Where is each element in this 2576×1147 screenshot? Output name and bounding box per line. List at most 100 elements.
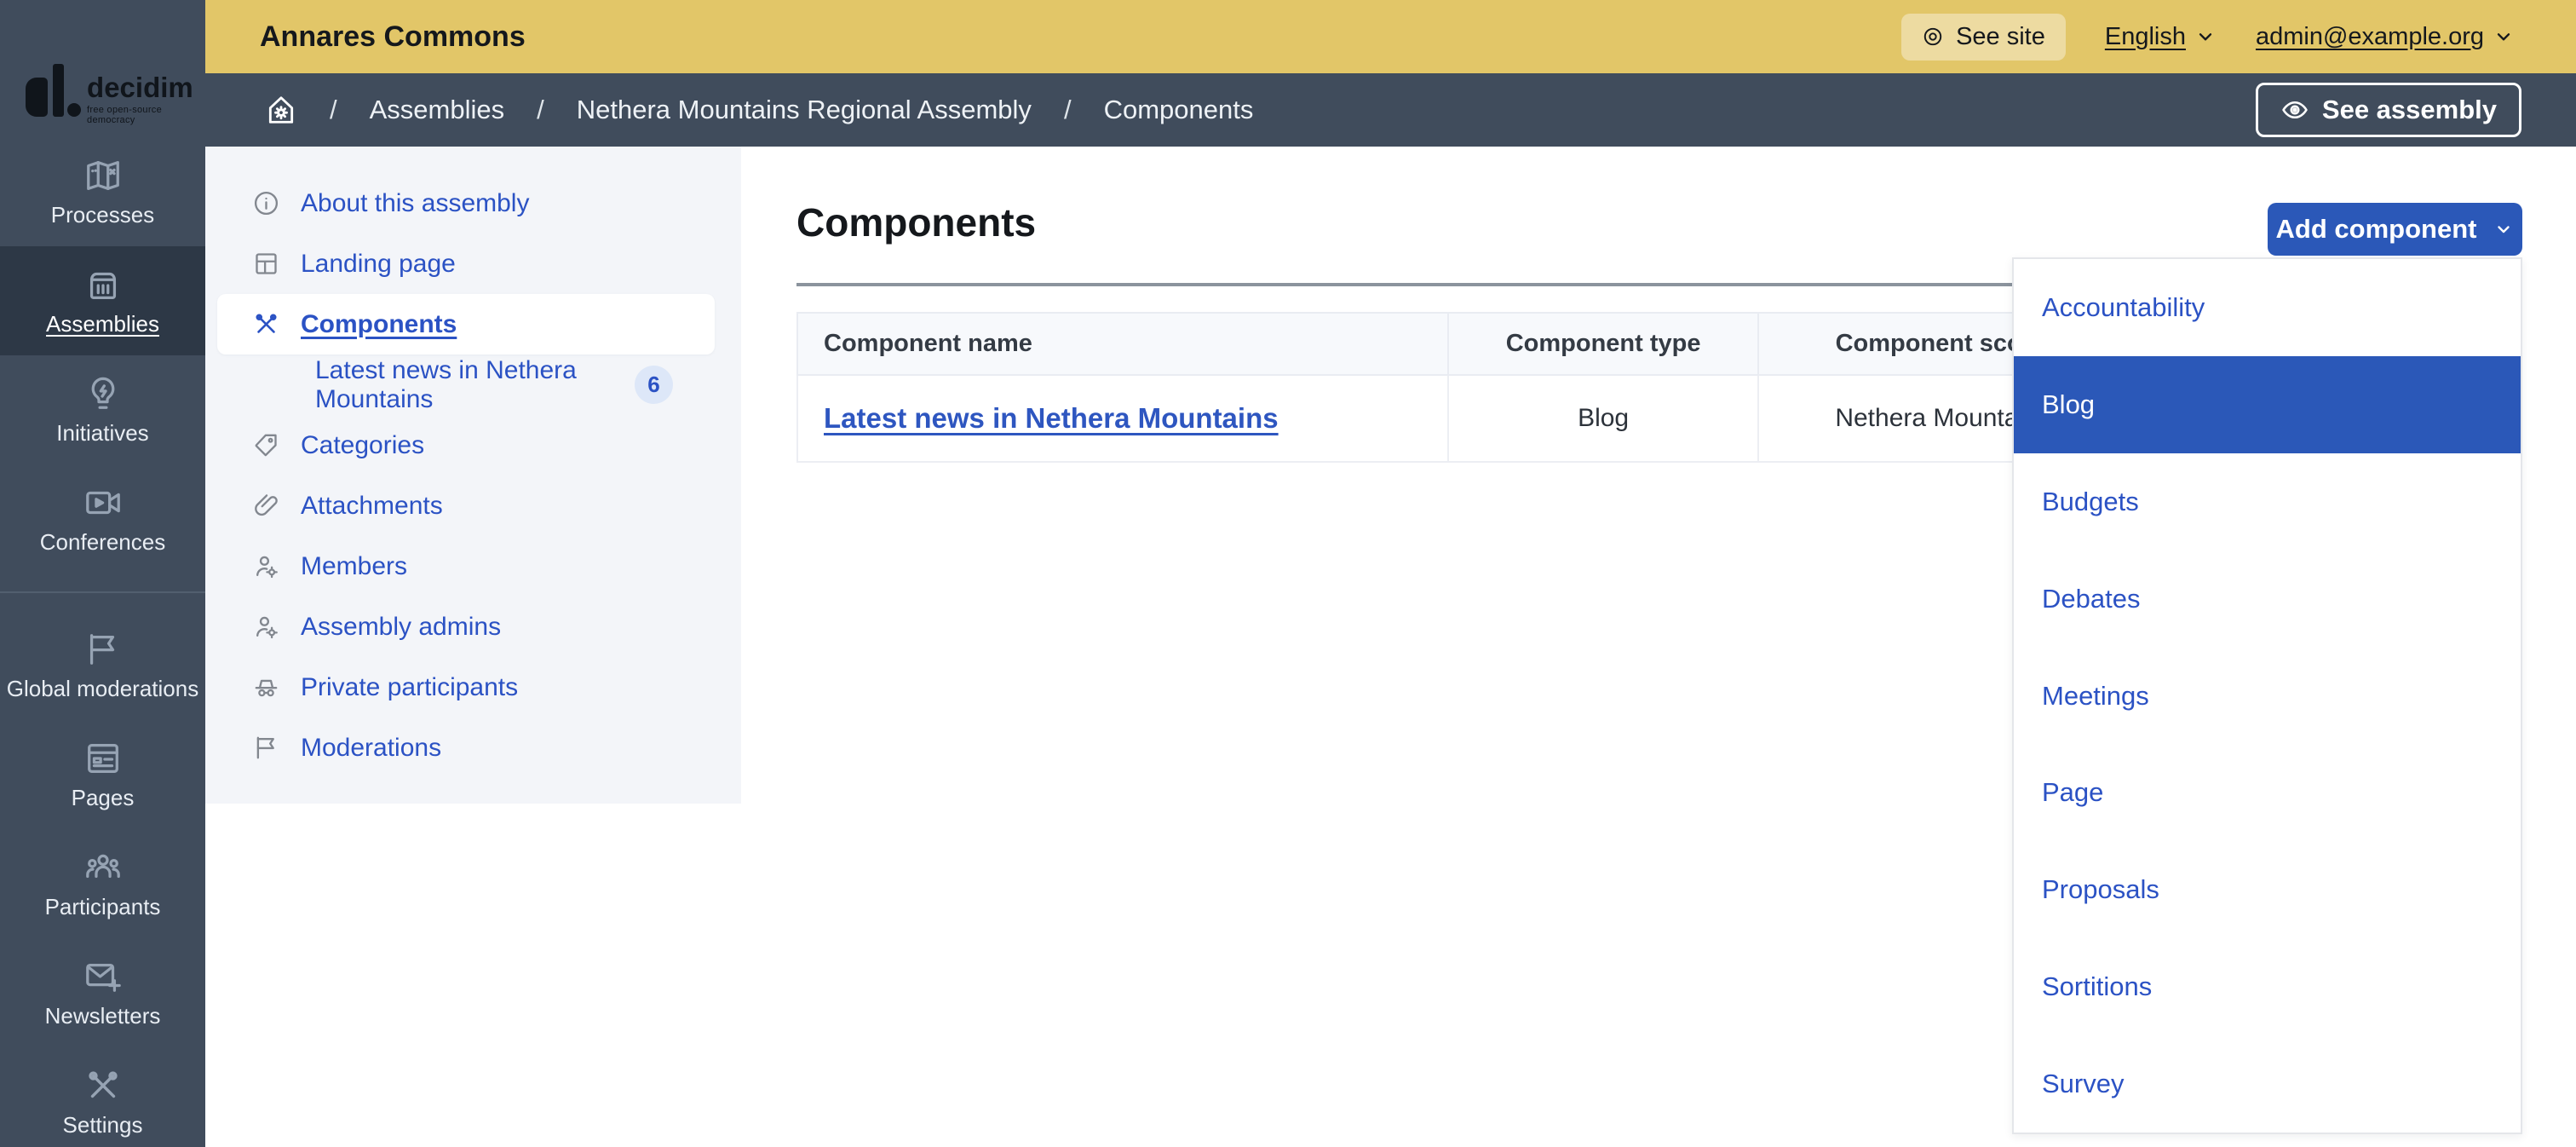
- decidim-logo-icon: [26, 69, 78, 125]
- dropdown-item-budgets[interactable]: Budgets: [2014, 453, 2521, 550]
- lightbulb-icon: [83, 374, 123, 413]
- dropdown-item-proposals[interactable]: Proposals: [2014, 841, 2521, 938]
- article-icon: [83, 739, 123, 778]
- column-header-component-type: Component type: [1448, 313, 1758, 375]
- language-label: English: [2105, 23, 2186, 51]
- breadcrumb-components[interactable]: Components: [1104, 95, 1254, 125]
- dropdown-item-accountability[interactable]: Accountability: [2014, 259, 2521, 356]
- language-menu[interactable]: English: [2105, 23, 2217, 51]
- subnav-item-label: Assembly admins: [301, 613, 501, 642]
- home-icon[interactable]: [265, 94, 297, 126]
- see-assembly-label: See assembly: [2322, 95, 2497, 125]
- breadcrumb-assembly-name[interactable]: Nethera Mountains Regional Assembly: [577, 95, 1032, 125]
- site-name: Annares Commons: [260, 20, 526, 54]
- flag-icon: [252, 734, 280, 762]
- see-site-label: See site: [1956, 23, 2045, 51]
- tag-icon: [252, 431, 280, 459]
- logo-tagline: free open-source democracy: [87, 105, 205, 125]
- incognito-icon: [252, 673, 280, 701]
- add-component-button[interactable]: Add component: [2268, 203, 2522, 256]
- sidebar-item-conferences[interactable]: Conferences: [0, 464, 205, 574]
- sidebar-item-label: Newsletters: [45, 1004, 161, 1029]
- subnav-item-label: Members: [301, 552, 407, 581]
- subnav-item-moderations[interactable]: Moderations: [205, 718, 715, 778]
- user-gear-icon: [252, 613, 280, 641]
- subnav-item-label: Private participants: [301, 673, 518, 702]
- subnav-item-assembly-admins[interactable]: Assembly admins: [205, 597, 715, 657]
- user-gear-icon: [252, 552, 280, 580]
- subnav-item-label: Moderations: [301, 734, 441, 763]
- subnav-item-label: Categories: [301, 431, 424, 460]
- chevron-down-icon: [2194, 26, 2217, 48]
- subnav-item-private-participants[interactable]: Private participants: [205, 657, 715, 718]
- dropdown-item-page[interactable]: Page: [2014, 744, 2521, 841]
- sidebar-item-global-moderations[interactable]: Global moderations: [0, 611, 205, 720]
- dropdown-item-meetings[interactable]: Meetings: [2014, 648, 2521, 745]
- sidebar-item-label: Participants: [45, 895, 161, 919]
- subnav-item-components[interactable]: Components: [217, 294, 715, 354]
- page-title: Components: [796, 147, 2522, 245]
- flag-icon: [83, 630, 123, 669]
- subnav-item-latest-news[interactable]: Latest news in Nethera Mountains 6: [205, 354, 715, 415]
- sidebar-item-label: Pages: [72, 786, 135, 810]
- decidim-logo: decidim free open-source democracy: [0, 0, 205, 137]
- component-type-cell: Blog: [1448, 375, 1758, 462]
- layout-icon: [252, 250, 280, 278]
- topbar: Annares Commons See site English admin@e…: [205, 0, 2576, 73]
- people-icon: [83, 848, 123, 887]
- tools-icon: [252, 310, 280, 338]
- sidebar-item-processes[interactable]: Processes: [0, 137, 205, 246]
- sidebar-item-label: Assemblies: [46, 312, 159, 337]
- bank-icon: [83, 265, 123, 304]
- breadcrumb-separator: /: [537, 95, 544, 125]
- subnav-item-label: Latest news in Nethera Mountains: [315, 356, 614, 414]
- info-icon: [252, 189, 280, 217]
- subnav-item-landing-page[interactable]: Landing page: [205, 233, 715, 294]
- sidebar-nav: Processes Assemblies Initiatives Confere…: [0, 137, 205, 1147]
- see-assembly-button[interactable]: See assembly: [2256, 83, 2521, 137]
- user-email: admin@example.org: [2256, 23, 2484, 51]
- subnav-item-label: Attachments: [301, 492, 443, 521]
- sidebar-item-label: Initiatives: [56, 421, 148, 446]
- sidebar-item-initiatives[interactable]: Initiatives: [0, 355, 205, 464]
- user-menu[interactable]: admin@example.org: [2256, 23, 2515, 51]
- subnav-item-attachments[interactable]: Attachments: [205, 476, 715, 536]
- sidebar: decidim free open-source democracy Proce…: [0, 0, 205, 1147]
- breadcrumb-separator: /: [330, 95, 337, 125]
- dropdown-item-debates[interactable]: Debates: [2014, 550, 2521, 648]
- column-header-component-name: Component name: [797, 313, 1448, 375]
- paperclip-icon: [252, 492, 280, 520]
- see-site-button[interactable]: See site: [1901, 14, 2066, 61]
- add-component-label: Add component: [2276, 214, 2477, 245]
- sidebar-item-pages[interactable]: Pages: [0, 720, 205, 829]
- sidebar-item-label: Global moderations: [7, 677, 198, 701]
- chevron-down-icon: [2493, 26, 2515, 48]
- assembly-subnav: About this assembly Landing page Compone…: [205, 147, 741, 804]
- subnav-item-label: Landing page: [301, 250, 456, 279]
- dropdown-item-sortitions[interactable]: Sortitions: [2014, 938, 2521, 1035]
- subnav-item-label: About this assembly: [301, 189, 529, 218]
- dropdown-item-blog[interactable]: Blog: [2014, 356, 2521, 453]
- mail-plus-icon: [83, 957, 123, 996]
- sidebar-item-assemblies[interactable]: Assemblies: [0, 246, 205, 355]
- breadcrumb: / Assemblies / Nethera Mountains Regiona…: [205, 73, 2576, 147]
- count-badge: 6: [635, 366, 673, 404]
- dropdown-item-survey[interactable]: Survey: [2014, 1035, 2521, 1133]
- subnav-item-label: Components: [301, 310, 457, 339]
- component-link[interactable]: Latest news in Nethera Mountains: [824, 402, 1279, 434]
- chevron-down-icon: [2493, 219, 2514, 239]
- subnav-item-members[interactable]: Members: [205, 536, 715, 597]
- sidebar-item-newsletters[interactable]: Newsletters: [0, 938, 205, 1047]
- eye-icon: [2280, 95, 2309, 124]
- sidebar-item-settings[interactable]: Settings: [0, 1047, 205, 1147]
- sidebar-item-participants[interactable]: Participants: [0, 829, 205, 938]
- breadcrumb-assemblies[interactable]: Assemblies: [370, 95, 505, 125]
- sidebar-divider: [0, 591, 205, 593]
- tools-icon: [83, 1066, 123, 1105]
- subnav-item-about[interactable]: About this assembly: [205, 173, 715, 233]
- subnav-item-categories[interactable]: Categories: [205, 415, 715, 476]
- map-icon: [83, 156, 123, 195]
- video-camera-icon: [83, 483, 123, 522]
- sidebar-item-label: Settings: [63, 1113, 143, 1138]
- rings-eye-icon: [1922, 26, 1944, 48]
